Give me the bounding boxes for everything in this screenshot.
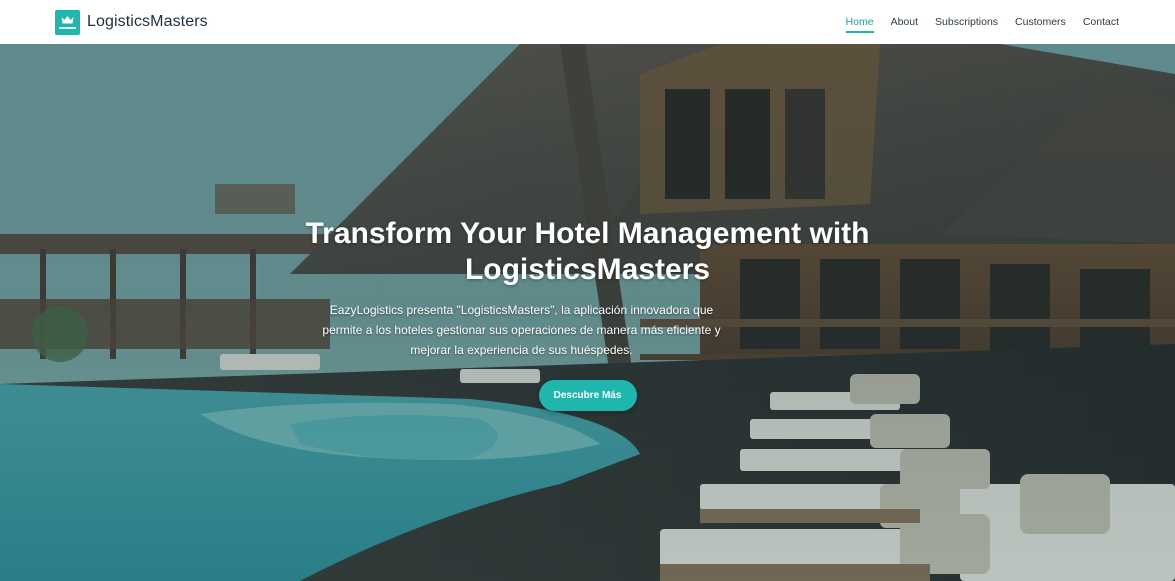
crown-icon (55, 9, 80, 35)
discover-more-button[interactable]: Descubre Más (538, 380, 637, 411)
hero-section: Transform Your Hotel Management with Log… (0, 44, 1175, 581)
nav-subscriptions[interactable]: Subscriptions (935, 12, 998, 32)
brand-name: LogisticsMasters (87, 13, 208, 30)
nav-about[interactable]: About (891, 12, 918, 32)
brand-logo[interactable]: LogisticsMasters (55, 9, 208, 35)
site-header: LogisticsMasters Home About Subscription… (0, 0, 1175, 44)
hero-description: EazyLogistics presenta "LogisticsMasters… (322, 303, 721, 357)
nav-home[interactable]: Home (845, 12, 874, 33)
hero-title: Transform Your Hotel Management with Log… (305, 217, 870, 286)
hero-content: Transform Your Hotel Management with Log… (0, 44, 1175, 581)
nav-contact[interactable]: Contact (1083, 12, 1119, 32)
main-nav: Home About Subscriptions Customers Conta… (845, 12, 1119, 33)
nav-customers[interactable]: Customers (1015, 12, 1066, 32)
